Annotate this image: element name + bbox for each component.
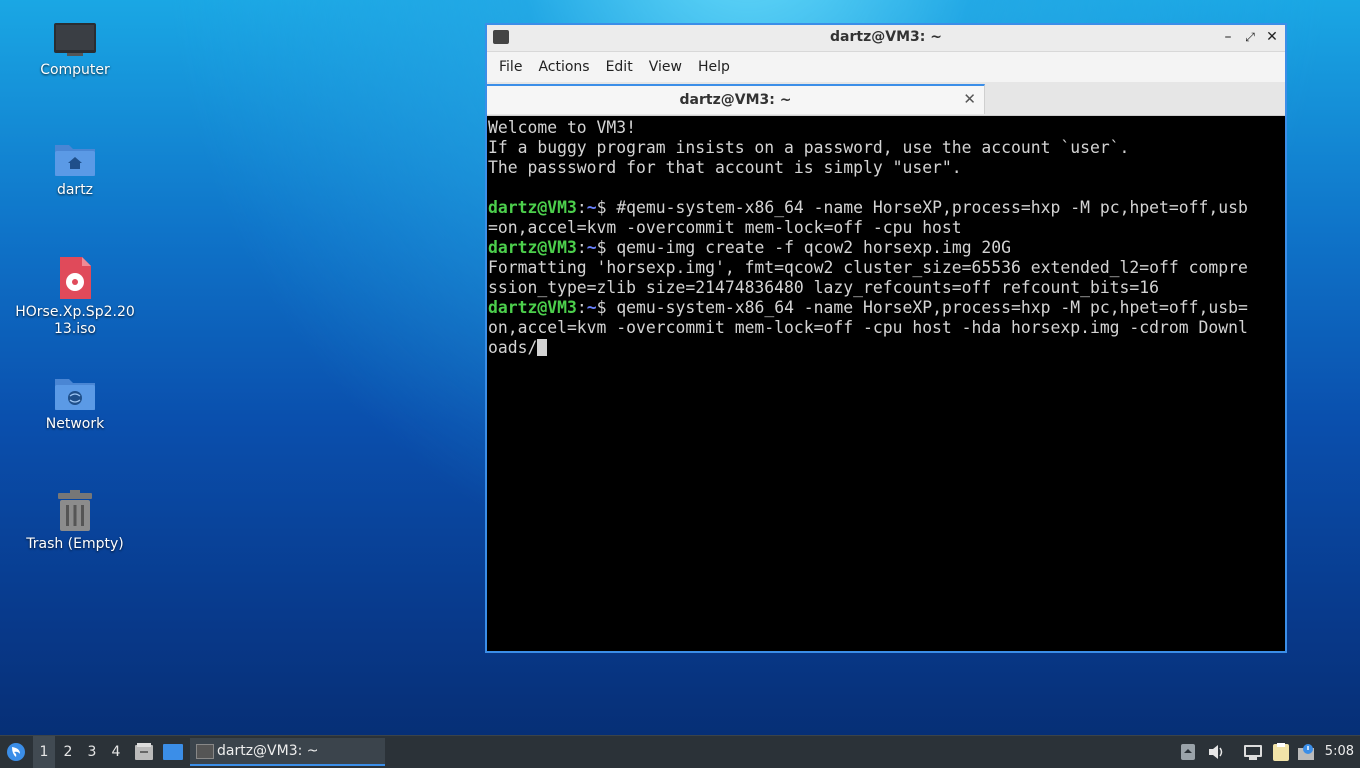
- start-menu-icon: [7, 743, 25, 761]
- menu-bar: File Actions Edit View Help: [487, 52, 1285, 82]
- workspace-2[interactable]: 2: [57, 736, 79, 768]
- show-desktop-button[interactable]: [161, 736, 185, 768]
- tab-terminal[interactable]: dartz@VM3: ~ ✕: [487, 84, 985, 114]
- home-folder-icon: [55, 145, 95, 176]
- desktop-icon-label: Network: [45, 416, 105, 432]
- terminal-icon: [196, 744, 214, 759]
- desktop-icon-iso-file[interactable]: HOrse.Xp.Sp2.2013.iso: [10, 256, 140, 338]
- start-menu-button[interactable]: [4, 736, 28, 768]
- desktop-icon-trash[interactable]: Trash (Empty): [10, 490, 140, 553]
- window-title: dartz@VM3: ~: [830, 29, 942, 45]
- desktop-icon-label: Computer: [40, 62, 110, 78]
- menu-help[interactable]: Help: [690, 52, 738, 82]
- clock[interactable]: 5:08: [1325, 736, 1354, 768]
- command-line: qemu-system-x86_64 -name HorseXP,process…: [488, 298, 1248, 357]
- trash-icon: [58, 490, 92, 531]
- desktop-icon-label: dartz: [56, 182, 94, 198]
- desktop-icon-label: HOrse.Xp.Sp2.2013.iso: [15, 304, 135, 337]
- tab-label: dartz@VM3: ~: [679, 92, 792, 108]
- prompt-user: dartz@VM3: [488, 198, 577, 217]
- close-button[interactable]: ✕: [1263, 28, 1281, 46]
- welcome-line: If a buggy program insists on a password…: [488, 138, 1130, 157]
- prompt-path: ~: [586, 298, 597, 317]
- desktop-icon: [163, 744, 183, 760]
- file-manager-launcher[interactable]: [133, 736, 155, 768]
- network-icon[interactable]: [1243, 743, 1263, 761]
- window-titlebar[interactable]: dartz@VM3: ~ – ⤢ ✕: [487, 25, 1285, 52]
- prompt-path: ~: [586, 198, 597, 217]
- welcome-line: The passsword for that account is simply…: [488, 158, 962, 177]
- disc-image-icon: [60, 257, 91, 299]
- tab-bar: dartz@VM3: ~ ✕: [487, 82, 1285, 116]
- tray-expand-icon[interactable]: [1179, 743, 1197, 761]
- volume-icon[interactable]: [1207, 743, 1225, 761]
- file-manager-icon: [135, 743, 153, 760]
- menu-edit[interactable]: Edit: [598, 52, 641, 82]
- clipboard-icon[interactable]: [1271, 743, 1291, 761]
- text-cursor: [537, 339, 548, 356]
- task-label: dartz@VM3: ~: [217, 743, 319, 759]
- workspace-1[interactable]: 1: [33, 736, 55, 768]
- computer-icon: [54, 23, 96, 56]
- maximize-button[interactable]: ⤢: [1241, 28, 1259, 46]
- terminal-window: dartz@VM3: ~ – ⤢ ✕ File Actions Edit Vie…: [485, 23, 1287, 653]
- desktop-icon-computer[interactable]: Computer: [10, 22, 140, 79]
- menu-file[interactable]: File: [491, 52, 530, 82]
- notification-icon[interactable]: [1297, 743, 1317, 761]
- menu-view[interactable]: View: [641, 52, 690, 82]
- minimize-button[interactable]: –: [1219, 28, 1237, 46]
- workspace-4[interactable]: 4: [105, 736, 127, 768]
- welcome-line: Welcome to VM3!: [488, 118, 637, 137]
- command-line: qemu-img create -f qcow2 horsexp.img 20G: [616, 238, 1012, 257]
- prompt-path: ~: [586, 238, 597, 257]
- terminal-output[interactable]: Welcome to VM3! If a buggy program insis…: [487, 116, 1285, 651]
- desktop-icon-home-folder[interactable]: dartz: [10, 140, 140, 199]
- menu-actions[interactable]: Actions: [530, 52, 597, 82]
- prompt-user: dartz@VM3: [488, 238, 577, 257]
- workspace-3[interactable]: 3: [81, 736, 103, 768]
- command-line: #qemu-system-x86_64 -name HorseXP,proces…: [488, 198, 1248, 237]
- taskbar-window-terminal[interactable]: dartz@VM3: ~: [190, 738, 385, 766]
- taskbar: 1 2 3 4 dartz@VM3: ~ 5:08: [0, 735, 1360, 768]
- desktop-icon-network[interactable]: Network: [10, 374, 140, 433]
- command-output: Formatting 'horsexp.img', fmt=qcow2 clus…: [488, 258, 1248, 297]
- tab-close-icon[interactable]: ✕: [963, 90, 976, 108]
- desktop-icon-label: Trash (Empty): [26, 536, 124, 552]
- prompt-user: dartz@VM3: [488, 298, 577, 317]
- network-folder-icon: [55, 379, 95, 410]
